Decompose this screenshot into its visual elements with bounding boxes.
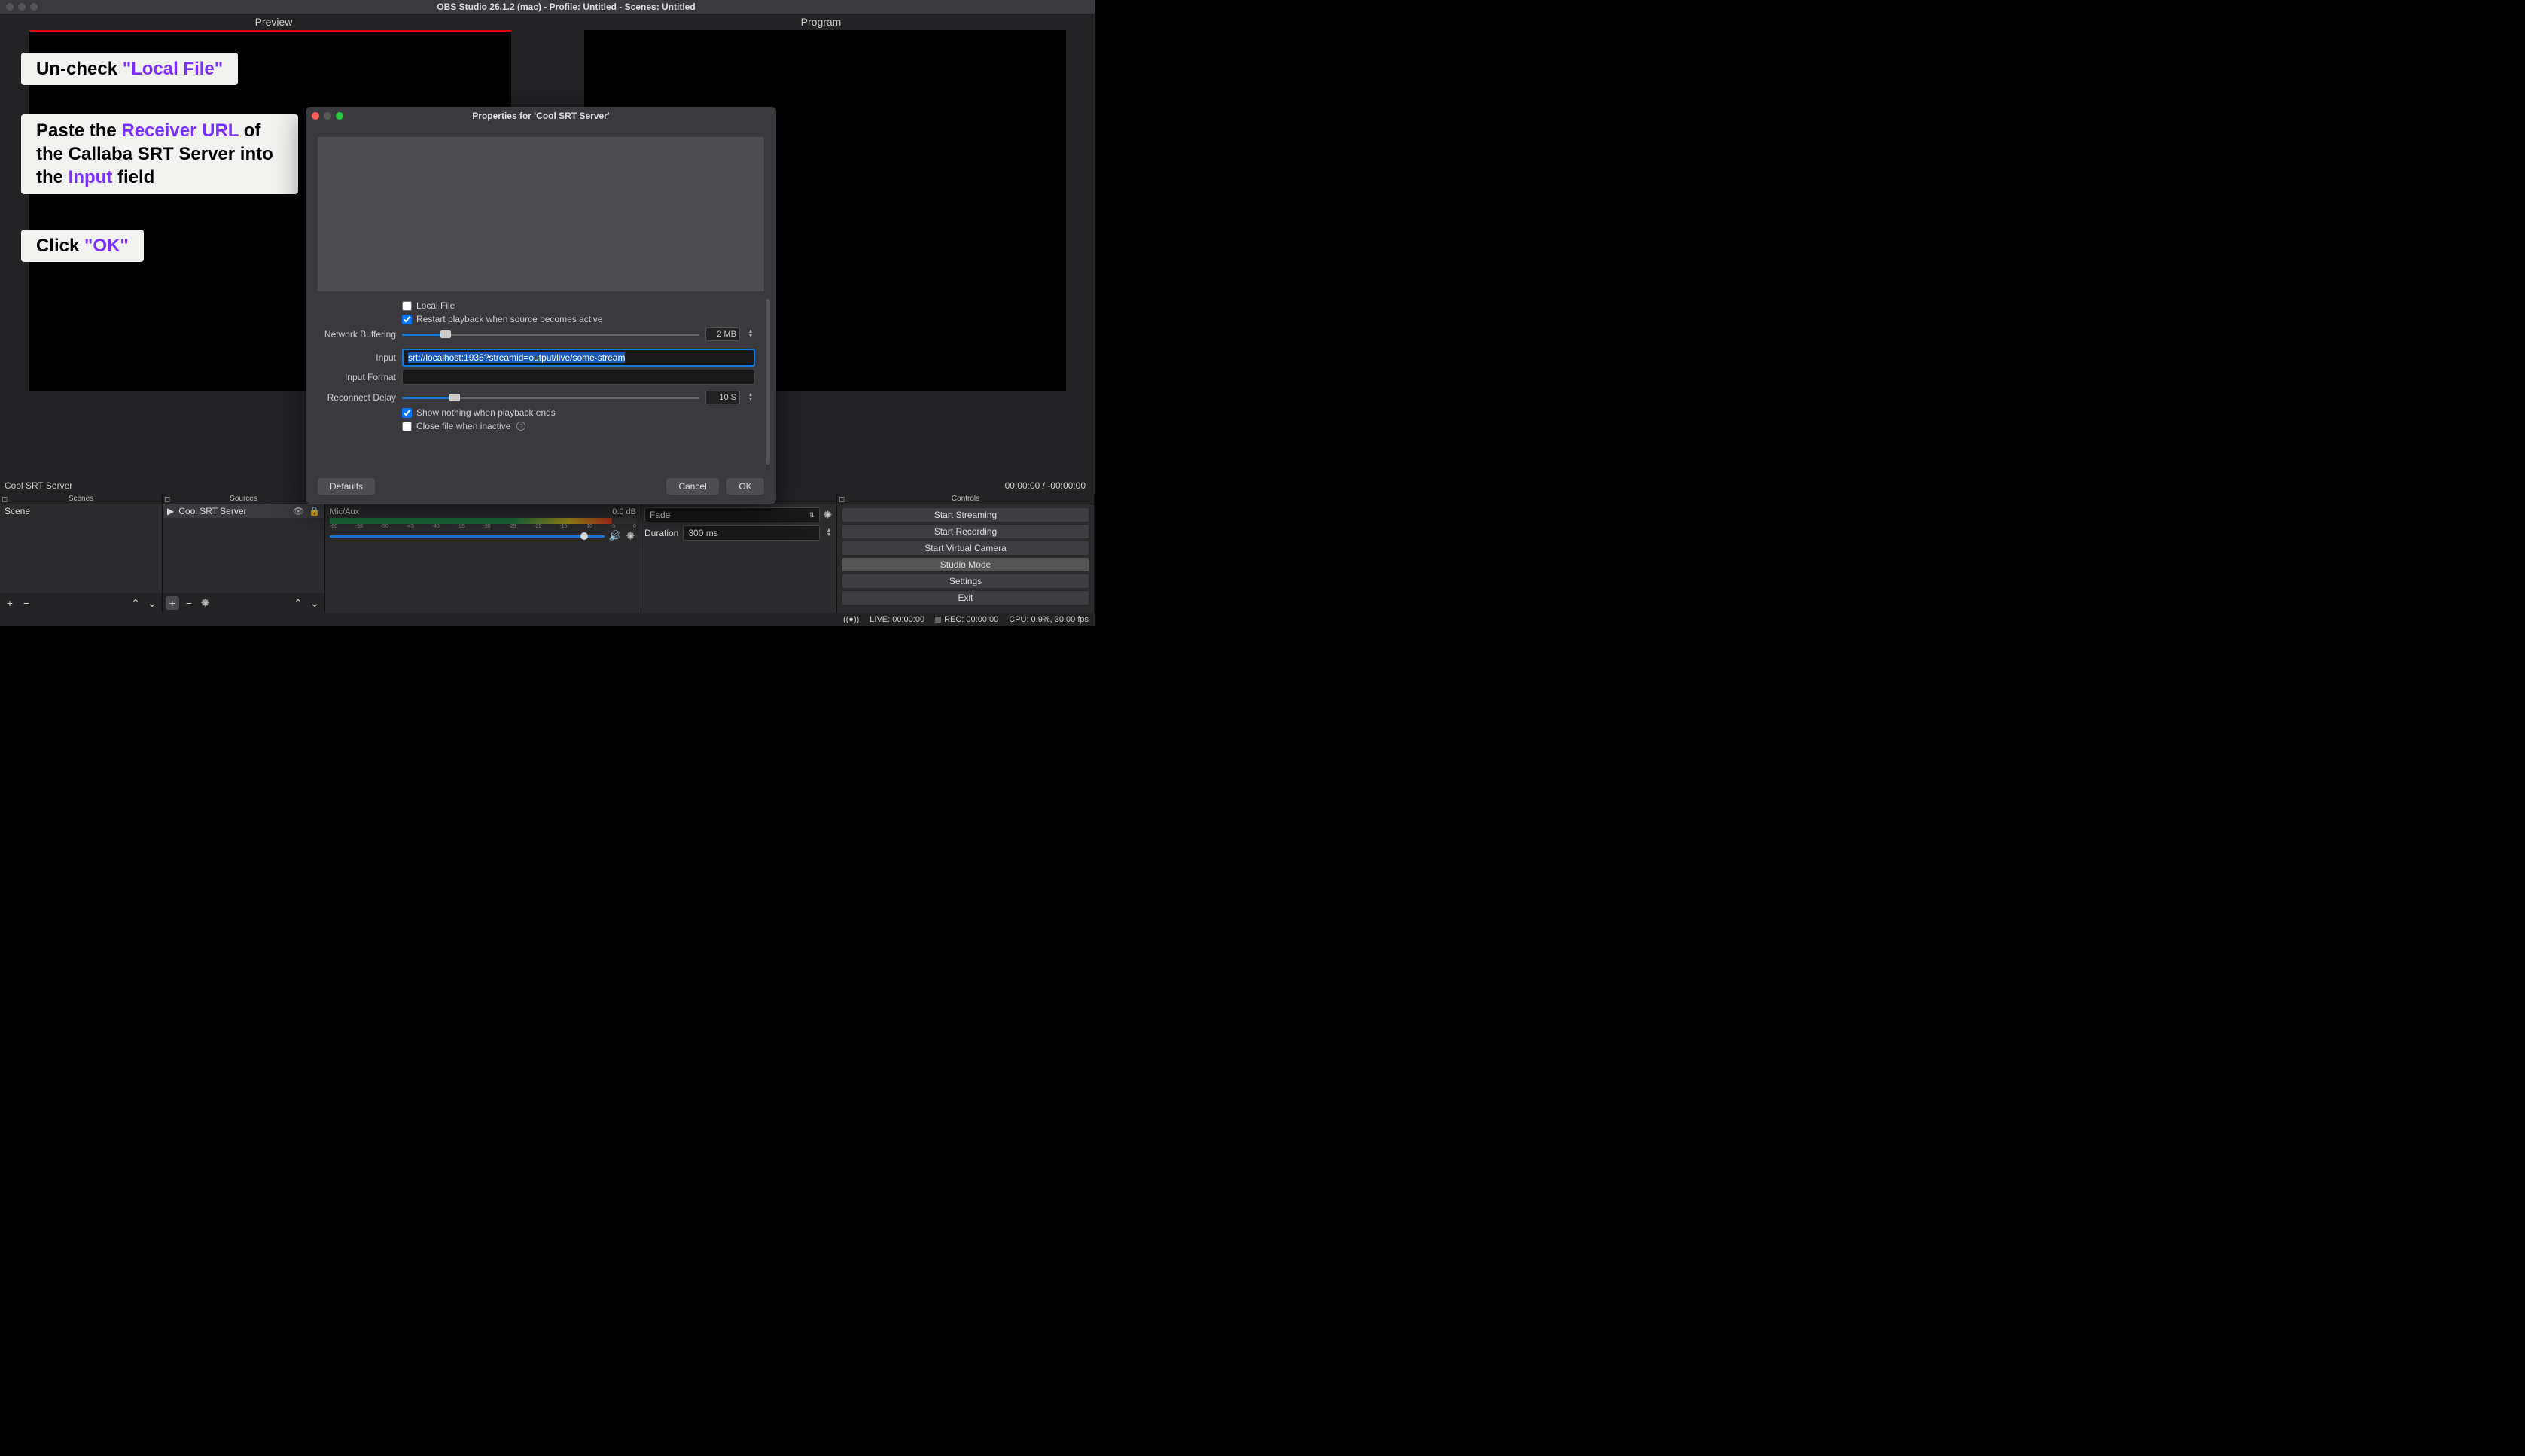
play-icon: ▶ xyxy=(167,506,174,516)
maximize-window-icon[interactable] xyxy=(30,3,38,11)
annotation-uncheck: Un-check "Local File" xyxy=(21,53,238,85)
scene-down-button[interactable]: ⌄ xyxy=(145,596,159,610)
audio-mixer-panel: ◻ Mic/Aux 0.0 dB -60-55-50-45-40-35-30-2… xyxy=(325,494,641,613)
popout-icon[interactable]: ◻ xyxy=(839,495,845,505)
network-buffering-spinner[interactable]: ▲▼ xyxy=(746,330,755,339)
reconnect-delay-value[interactable]: 10 S xyxy=(705,391,740,404)
lock-toggle[interactable]: 🔒 xyxy=(309,506,320,516)
source-down-button[interactable]: ⌄ xyxy=(308,596,321,610)
add-source-button[interactable]: + xyxy=(166,596,179,610)
scene-row[interactable]: Scene xyxy=(0,504,162,518)
transition-settings-icon[interactable] xyxy=(823,510,833,520)
close-when-inactive-checkbox[interactable]: Close file when inactive? xyxy=(402,421,755,431)
settings-button[interactable]: Settings xyxy=(842,574,1089,589)
scene-up-button[interactable]: ⌃ xyxy=(129,596,142,610)
dialog-title: Properties for 'Cool SRT Server' xyxy=(306,111,776,121)
speaker-icon[interactable]: 🔊 xyxy=(609,530,621,542)
source-name: Cool SRT Server xyxy=(178,506,246,516)
program-label: Program xyxy=(547,14,1095,30)
dialog-preview-area xyxy=(318,137,764,291)
input-format-label: Input Format xyxy=(318,372,402,382)
preview-label: Preview xyxy=(0,14,547,30)
sources-panel: ◻ Sources ▶ Cool SRT Server 👁 🔒 + − ⌃ ⌄ xyxy=(163,494,325,613)
duration-spinner[interactable]: ▲▼ xyxy=(824,528,833,538)
reconnect-delay-label: Reconnect Delay xyxy=(318,392,402,403)
start-vcam-button[interactable]: Start Virtual Camera xyxy=(842,541,1089,556)
restart-playback-checkbox[interactable]: Restart playback when source becomes act… xyxy=(402,314,755,324)
close-window-icon[interactable] xyxy=(6,3,14,11)
scenes-tools: + − ⌃ ⌄ xyxy=(0,593,162,613)
meter-ticks: -60-55-50-45-40-35-30-25-20-15-10-50 xyxy=(330,524,636,529)
scenes-panel: ◻ Scenes Scene + − ⌃ ⌄ xyxy=(0,494,163,613)
show-nothing-checkbox[interactable]: Show nothing when playback ends xyxy=(402,407,755,418)
add-scene-button[interactable]: + xyxy=(3,596,17,610)
local-file-checkbox[interactable]: Local File xyxy=(402,300,755,311)
sources-title: Sources xyxy=(230,495,257,503)
gear-icon xyxy=(200,598,211,608)
broadcast-icon: ((●)) xyxy=(843,615,859,624)
scenes-title: Scenes xyxy=(69,495,93,503)
transition-select[interactable]: Fade⇅ xyxy=(644,507,820,522)
volume-slider[interactable] xyxy=(330,535,605,538)
sources-tools: + − ⌃ ⌄ xyxy=(163,593,324,613)
source-up-button[interactable]: ⌃ xyxy=(291,596,305,610)
window-title: OBS Studio 26.1.2 (mac) - Profile: Untit… xyxy=(38,2,1095,12)
controls-panel: ◻ Controls Start Streaming Start Recordin… xyxy=(837,494,1095,613)
defaults-button[interactable]: Defaults xyxy=(318,478,375,495)
cancel-button[interactable]: Cancel xyxy=(666,478,719,495)
studio-mode-button[interactable]: Studio Mode xyxy=(842,557,1089,572)
exit-button[interactable]: Exit xyxy=(842,590,1089,605)
mixer-level: 0.0 dB xyxy=(612,507,636,516)
remove-source-button[interactable]: − xyxy=(182,596,196,610)
popout-icon[interactable]: ◻ xyxy=(164,495,170,505)
help-icon[interactable]: ? xyxy=(516,422,525,431)
sources-list[interactable]: ▶ Cool SRT Server 👁 🔒 xyxy=(163,504,324,593)
source-row[interactable]: ▶ Cool SRT Server 👁 🔒 xyxy=(163,504,324,518)
annotation-click-ok: Click "OK" xyxy=(21,230,144,262)
view-labels: Preview Program xyxy=(0,14,1095,30)
traffic-lights xyxy=(6,3,38,11)
network-buffering-label: Network Buffering xyxy=(318,329,402,340)
visibility-toggle[interactable]: 👁 xyxy=(293,506,304,516)
annotation-paste: Paste the Receiver URL of the Callaba SR… xyxy=(21,114,298,194)
program-timecode: 00:00:00 / -00:00:00 xyxy=(1005,480,1092,491)
status-live: LIVE: 00:00:00 xyxy=(870,615,924,624)
start-recording-button[interactable]: Start Recording xyxy=(842,524,1089,539)
status-bar: ((●)) LIVE: 00:00:00 REC: 00:00:00 CPU: … xyxy=(0,613,1095,626)
properties-dialog: Properties for 'Cool SRT Server' Local F… xyxy=(306,107,776,504)
popout-icon[interactable]: ◻ xyxy=(2,495,8,505)
transitions-panel: ◻ Fade⇅ Duration 300 ms ▲▼ xyxy=(641,494,837,613)
chevron-updown-icon: ⇅ xyxy=(809,511,815,519)
dialog-titlebar: Properties for 'Cool SRT Server' xyxy=(306,107,776,125)
bottom-panels: ◻ Scenes Scene + − ⌃ ⌄ ◻ Sources ▶ Cool SR… xyxy=(0,494,1095,613)
input-field[interactable]: srt://localhost:1935?streamid=output/liv… xyxy=(402,349,755,367)
input-label: Input xyxy=(318,352,402,363)
controls-title: Controls xyxy=(952,495,979,503)
source-settings-button[interactable] xyxy=(199,596,212,610)
mixer-settings-icon[interactable] xyxy=(626,531,636,541)
reconnect-delay-slider[interactable] xyxy=(402,397,699,399)
status-rec: REC: 00:00:00 xyxy=(944,615,998,624)
network-buffering-slider[interactable] xyxy=(402,334,699,336)
dialog-scrollbar[interactable] xyxy=(766,299,770,471)
record-indicator-icon xyxy=(935,617,941,623)
duration-input[interactable]: 300 ms xyxy=(683,525,820,541)
remove-scene-button[interactable]: − xyxy=(20,596,33,610)
status-cpu: CPU: 0.9%, 30.00 fps xyxy=(1009,615,1089,624)
start-streaming-button[interactable]: Start Streaming xyxy=(842,507,1089,522)
minimize-window-icon[interactable] xyxy=(18,3,26,11)
scenes-list[interactable]: Scene xyxy=(0,504,162,593)
window-titlebar: OBS Studio 26.1.2 (mac) - Profile: Untit… xyxy=(0,0,1095,14)
input-format-field[interactable] xyxy=(402,370,755,385)
duration-label: Duration xyxy=(644,528,678,538)
mixer-channel-name: Mic/Aux xyxy=(330,507,359,516)
ok-button[interactable]: OK xyxy=(726,478,764,495)
audio-meter xyxy=(330,518,636,524)
network-buffering-value[interactable]: 2 MB xyxy=(705,327,740,341)
reconnect-delay-spinner[interactable]: ▲▼ xyxy=(746,393,755,402)
